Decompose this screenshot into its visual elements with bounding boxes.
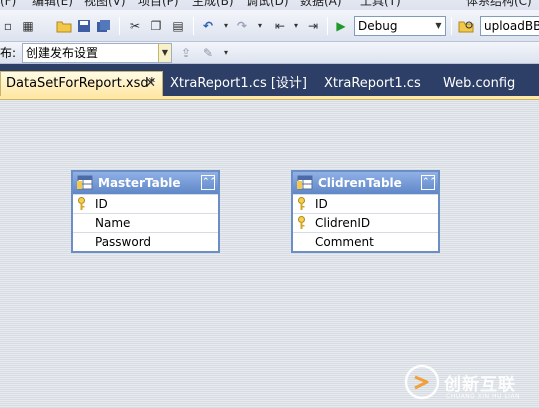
column-row[interactable]: Comment [293,232,438,251]
publish-toolbar: 布: 创建发布设置 ▼ ⇪ ✎ ▾ [0,42,539,64]
save-icon[interactable] [76,18,92,34]
column-name: ID [95,197,108,211]
column-name: Password [95,235,152,249]
publish-profile-value: 创建发布设置 [26,46,99,60]
column-name: ID [315,197,328,211]
toolbar-overflow-icon[interactable]: ▾ [218,45,234,61]
save-all-icon[interactable] [96,18,112,34]
column-name: Comment [315,235,374,249]
menu-file[interactable]: (F) [0,0,16,10]
publish-settings-icon[interactable]: ✎ [200,45,216,61]
column-name: Name [95,216,131,230]
tab-label: DataSetForReport.xsd* [6,76,156,91]
new-project-icon[interactable]: ▫ [0,18,16,34]
datatable-name: MasterTable [98,176,181,190]
collapse-icon[interactable]: ⌃⌃ [421,175,437,190]
toolbar-separator [119,17,120,35]
dataset-designer-surface[interactable]: MasterTable ⌃⌃ ID Name Password ClidrenT… [0,100,539,408]
tab-dataset-xsd[interactable]: DataSetForReport.xsd* ✕ [0,71,163,96]
brand-subtitle: CHUANG XIN HU LIAN [446,393,521,400]
solution-configuration-value: Debug [358,19,398,33]
toolbar-separator [193,17,194,35]
chevron-down-icon[interactable]: ▼ [432,17,445,35]
find-in-files-icon[interactable] [458,18,474,34]
menu-build[interactable]: 生成(B) [192,0,234,10]
publish-profile-select[interactable]: 创建发布设置 ▼ [22,43,172,63]
tab-label: Web.config [443,76,516,91]
standard-toolbar: ▫ ▦ ✂ ❐ ▤ ↶ ▾ ↷ ▾ ⇤ ▾ ⇥ ▶ Debug ▼ upload… [0,10,539,42]
publish-icon[interactable]: ⇪ [178,45,194,61]
navigate-forward-icon[interactable]: ⇥ [305,18,321,34]
brand-watermark: 创新互联 CHUANG XIN HU LIAN [404,364,539,400]
tab-web-config[interactable]: Web.config [443,72,515,96]
menu-view[interactable]: 视图(V) [84,0,126,10]
datatable-icon [77,175,93,190]
datatable-name: ClidrenTable [318,176,402,190]
menu-project[interactable]: 项目(P) [138,0,179,10]
tab-label: XtraReport1.cs [设计] [170,76,308,91]
document-tab-strip: DataSetForReport.xsd* ✕ XtraReport1.cs [… [0,64,539,96]
start-debugging-icon[interactable]: ▶ [333,18,349,34]
datatable-children[interactable]: ClidrenTable ⌃⌃ ID ClidrenID Comment [291,170,440,253]
publish-label: 布: [0,46,17,60]
toolbar-separator [451,17,452,35]
redo-dropdown-icon[interactable]: ▾ [252,18,268,34]
find-input[interactable]: uploadBB [480,16,539,36]
copy-icon[interactable]: ❐ [148,18,164,34]
navigate-dropdown-icon[interactable]: ▾ [288,18,304,34]
navigate-backward-icon[interactable]: ⇤ [272,18,288,34]
column-row[interactable]: Password [73,232,218,251]
open-folder-icon[interactable] [56,18,72,34]
cut-icon[interactable]: ✂ [127,18,143,34]
column-row[interactable]: ID [73,194,218,213]
brand-name: 创新互联 [444,374,516,395]
tab-xtrareport-cs[interactable]: XtraReport1.cs [324,72,421,96]
chevron-down-icon[interactable]: ▼ [158,44,171,62]
undo-icon[interactable]: ↶ [200,18,216,34]
tab-xtrareport-design[interactable]: XtraReport1.cs [设计] [170,72,307,96]
add-item-icon[interactable]: ▦ [20,18,36,34]
find-input-value: uploadBB [484,19,539,33]
redo-icon[interactable]: ↷ [234,18,250,34]
primary-key-icon [298,197,305,210]
paste-icon[interactable]: ▤ [170,18,186,34]
brand-logo-icon [404,364,440,400]
column-name: ClidrenID [315,216,371,230]
tab-label: XtraReport1.cs [324,76,421,91]
solution-configuration-select[interactable]: Debug ▼ [354,16,446,36]
close-icon[interactable]: ✕ [145,72,156,96]
primary-key-icon [78,197,85,210]
menu-debug[interactable]: 调试(D) [246,0,289,10]
column-row[interactable]: ID [293,194,438,213]
datatable-header[interactable]: ClidrenTable ⌃⌃ [293,172,438,194]
menu-architecture[interactable]: 体系结构(C) [466,0,532,10]
menu-edit[interactable]: 编辑(E) [32,0,73,10]
column-row[interactable]: Name [73,213,218,232]
datatable-icon [297,175,313,190]
undo-dropdown-icon[interactable]: ▾ [218,18,234,34]
menu-bar: (F) 编辑(E) 视图(V) 项目(P) 生成(B) 调试(D) 数据(A) … [0,0,539,10]
datatable-header[interactable]: MasterTable ⌃⌃ [73,172,218,194]
datatable-master[interactable]: MasterTable ⌃⌃ ID Name Password [71,170,220,253]
collapse-icon[interactable]: ⌃⌃ [201,175,217,190]
primary-key-icon [298,216,305,229]
toolbar-separator [327,17,328,35]
menu-data[interactable]: 数据(A) [300,0,342,10]
column-row[interactable]: ClidrenID [293,213,438,232]
menu-tools[interactable]: 工具(T) [360,0,401,10]
